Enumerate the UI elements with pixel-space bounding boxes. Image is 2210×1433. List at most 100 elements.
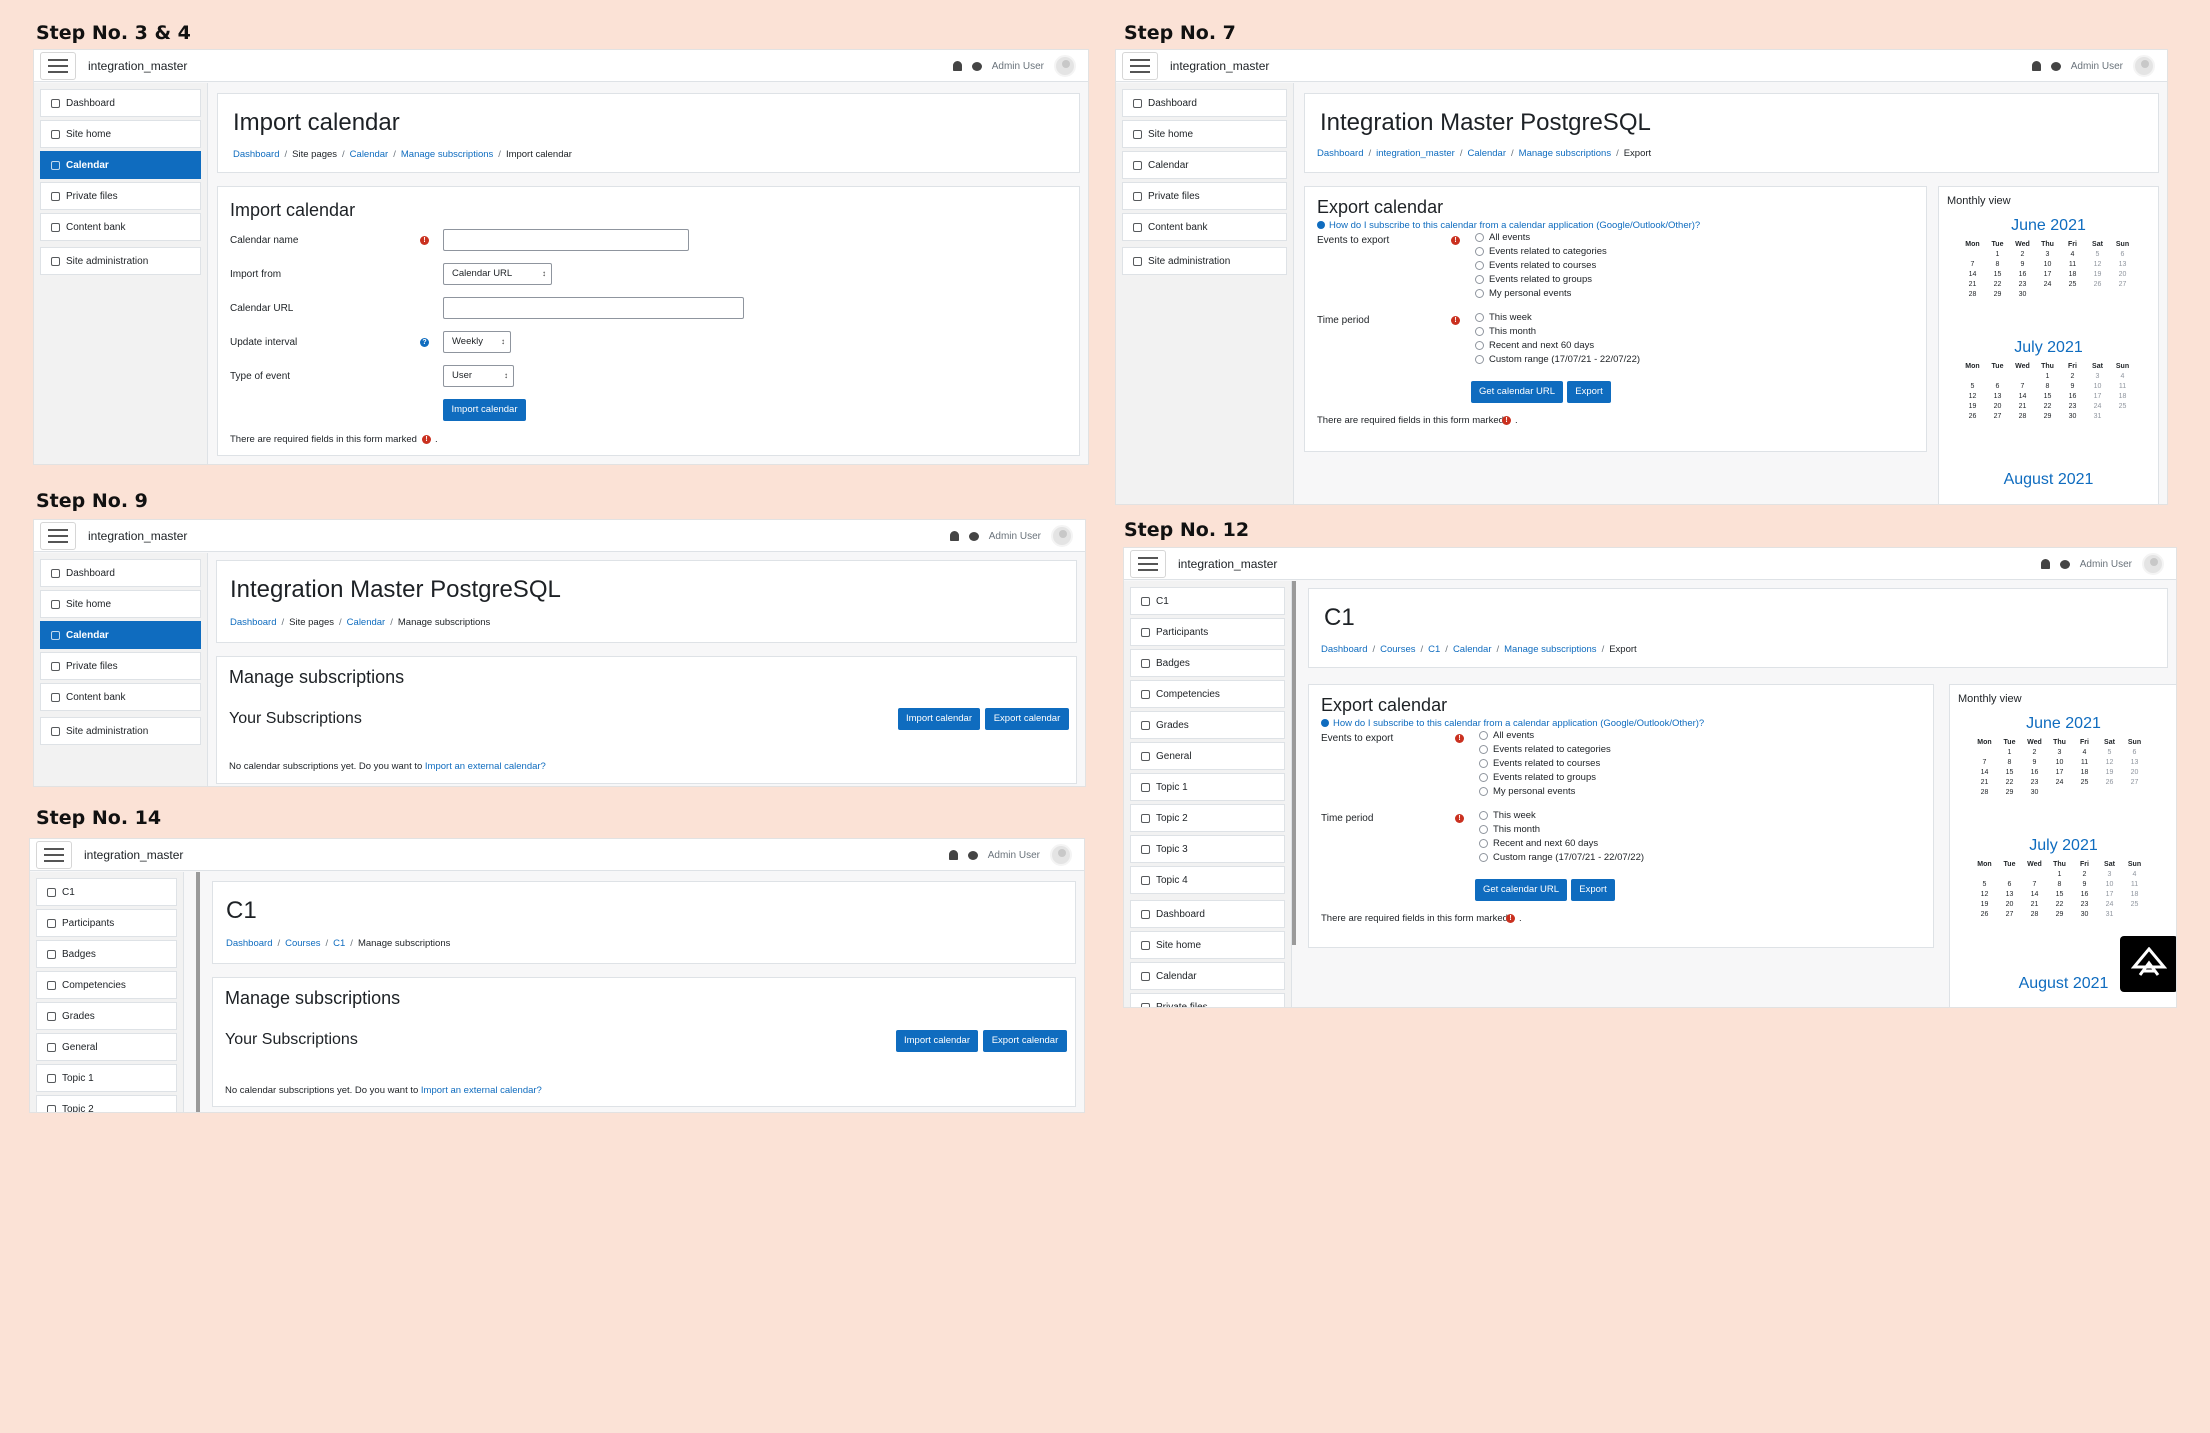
avatar[interactable] <box>2142 553 2164 575</box>
calendar-day[interactable]: 15 <box>2047 889 2072 899</box>
calendar-day[interactable]: 22 <box>2047 899 2072 909</box>
calendar-day[interactable]: 6 <box>2122 747 2147 757</box>
radio-period-week[interactable]: This week <box>1479 810 1536 821</box>
radio-icon[interactable] <box>1475 355 1484 364</box>
help-link[interactable]: How do I subscribe to this calendar from… <box>1321 718 1704 729</box>
calendar-day[interactable]: 24 <box>2047 777 2072 787</box>
radio-icon[interactable] <box>1479 745 1488 754</box>
calendar-day[interactable]: 30 <box>2010 289 2035 299</box>
radio-icon[interactable] <box>1475 313 1484 322</box>
radio-icon[interactable] <box>1475 233 1484 242</box>
nav-item-calendar[interactable]: Calendar <box>1122 151 1287 179</box>
user-name[interactable]: Admin User <box>2080 559 2132 570</box>
nav-item-general[interactable]: General <box>36 1033 177 1061</box>
calendar-day[interactable]: 3 <box>2085 371 2110 381</box>
calendar-day[interactable]: 22 <box>1985 279 2010 289</box>
calendar-day[interactable]: 5 <box>2085 249 2110 259</box>
crumb-calendar[interactable]: Calendar <box>347 617 386 628</box>
calendar-day[interactable]: 12 <box>2085 259 2110 269</box>
user-name[interactable]: Admin User <box>2071 61 2123 72</box>
calendar-day[interactable]: 28 <box>2022 909 2047 919</box>
radio-icon[interactable] <box>1479 839 1488 848</box>
nav-item-calendar[interactable]: Calendar <box>40 151 201 179</box>
user-name[interactable]: Admin User <box>989 531 1041 542</box>
calendar-day[interactable]: 24 <box>2085 401 2110 411</box>
drawer-scrollbar[interactable] <box>196 872 200 1112</box>
import-calendar-button[interactable]: Import calendar <box>443 399 526 421</box>
export-calendar-button[interactable]: Export calendar <box>983 1030 1067 1052</box>
calendar-day[interactable]: 28 <box>2010 411 2035 421</box>
crumb-calendar[interactable]: Calendar <box>1453 644 1492 655</box>
bell-icon[interactable] <box>948 850 958 860</box>
calendar-day[interactable]: 8 <box>1997 757 2022 767</box>
radio-icon[interactable] <box>1475 275 1484 284</box>
messages-icon[interactable] <box>2050 61 2061 71</box>
radio-icon[interactable] <box>1479 773 1488 782</box>
nav-item-content-bank[interactable]: Content bank <box>40 213 201 241</box>
import-calendar-button[interactable]: Import calendar <box>896 1030 978 1052</box>
nav-item-topic-1[interactable]: Topic 1 <box>1130 773 1285 801</box>
radio-icon[interactable] <box>1479 759 1488 768</box>
calendar-day[interactable]: 13 <box>1997 889 2022 899</box>
calendar-day[interactable]: 25 <box>2060 279 2085 289</box>
nav-item-general[interactable]: General <box>1130 742 1285 770</box>
calendar-day[interactable]: 9 <box>2022 757 2047 767</box>
calendar-day[interactable]: 30 <box>2022 787 2047 797</box>
radio-icon[interactable] <box>1475 247 1484 256</box>
crumb-calendar[interactable]: Calendar <box>1467 148 1506 159</box>
calendar-day[interactable]: 14 <box>1960 269 1985 279</box>
calendar-day[interactable]: 27 <box>2122 777 2147 787</box>
calendar-day[interactable]: 22 <box>1997 777 2022 787</box>
nav-item-topic-3[interactable]: Topic 3 <box>1130 835 1285 863</box>
nav-item-site-admin[interactable]: Site administration <box>40 717 201 745</box>
export-calendar-button[interactable]: Export calendar <box>985 708 1069 730</box>
radio-icon[interactable] <box>1475 261 1484 270</box>
calendar-day[interactable]: 31 <box>2097 909 2122 919</box>
calendar-day[interactable]: 16 <box>2060 391 2085 401</box>
radio-icon[interactable] <box>1475 289 1484 298</box>
radio-event-personal[interactable]: My personal events <box>1475 288 1571 299</box>
nav-item-private-files[interactable]: Private files <box>1130 993 1285 1007</box>
nav-item-competencies[interactable]: Competencies <box>1130 680 1285 708</box>
nav-item-grades[interactable]: Grades <box>36 1002 177 1030</box>
radio-event-personal[interactable]: My personal events <box>1479 786 1575 797</box>
calendar-day[interactable]: 29 <box>1985 289 2010 299</box>
calendar-day[interactable]: 7 <box>2022 879 2047 889</box>
calendar-day[interactable]: 29 <box>2035 411 2060 421</box>
user-name[interactable]: Admin User <box>992 61 1044 72</box>
calendar-day[interactable]: 14 <box>2010 391 2035 401</box>
calendar-day[interactable]: 27 <box>2110 279 2135 289</box>
calendar-day[interactable]: 7 <box>1960 259 1985 269</box>
calendar-day[interactable]: 29 <box>2047 909 2072 919</box>
calendar-day[interactable]: 9 <box>2010 259 2035 269</box>
help-link-text[interactable]: How do I subscribe to this calendar from… <box>1333 718 1704 729</box>
menu-toggle-button[interactable] <box>1130 549 1166 578</box>
nav-item-topic-2[interactable]: Topic 2 <box>36 1095 177 1112</box>
calendar-day[interactable]: 7 <box>1972 757 1997 767</box>
nav-item-content-bank[interactable]: Content bank <box>1122 213 1287 241</box>
calendar-day[interactable]: 6 <box>2110 249 2135 259</box>
calendar-day[interactable]: 2 <box>2072 869 2097 879</box>
nav-item-site-home[interactable]: Site home <box>1122 120 1287 148</box>
calendar-day[interactable]: 15 <box>1997 767 2022 777</box>
nav-item-site-admin[interactable]: Site administration <box>1122 247 1287 275</box>
calendar-day[interactable]: 23 <box>2022 777 2047 787</box>
calendar-day[interactable]: 6 <box>1985 381 2010 391</box>
calendar-day[interactable]: 9 <box>2060 381 2085 391</box>
menu-toggle-button[interactable] <box>40 51 76 80</box>
calendar-url-input[interactable] <box>443 297 744 319</box>
nav-item-competencies[interactable]: Competencies <box>36 971 177 999</box>
month-june[interactable]: June 2021 <box>1939 217 2158 235</box>
bell-icon[interactable] <box>952 61 962 71</box>
site-name-link[interactable]: integration_master <box>1178 557 1277 571</box>
radio-event-categories[interactable]: Events related to categories <box>1479 744 1611 755</box>
nav-item-content-bank[interactable]: Content bank <box>40 683 201 711</box>
calendar-day[interactable]: 20 <box>2110 269 2135 279</box>
nav-item-site-admin[interactable]: Site administration <box>40 247 201 275</box>
calendar-day[interactable]: 1 <box>2035 371 2060 381</box>
crumb-manage-subscriptions[interactable]: Manage subscriptions <box>401 149 493 160</box>
calendar-day[interactable]: 25 <box>2122 899 2147 909</box>
radio-event-categories[interactable]: Events related to categories <box>1475 246 1607 257</box>
calendar-day[interactable]: 2 <box>2010 249 2035 259</box>
calendar-day[interactable]: 17 <box>2035 269 2060 279</box>
